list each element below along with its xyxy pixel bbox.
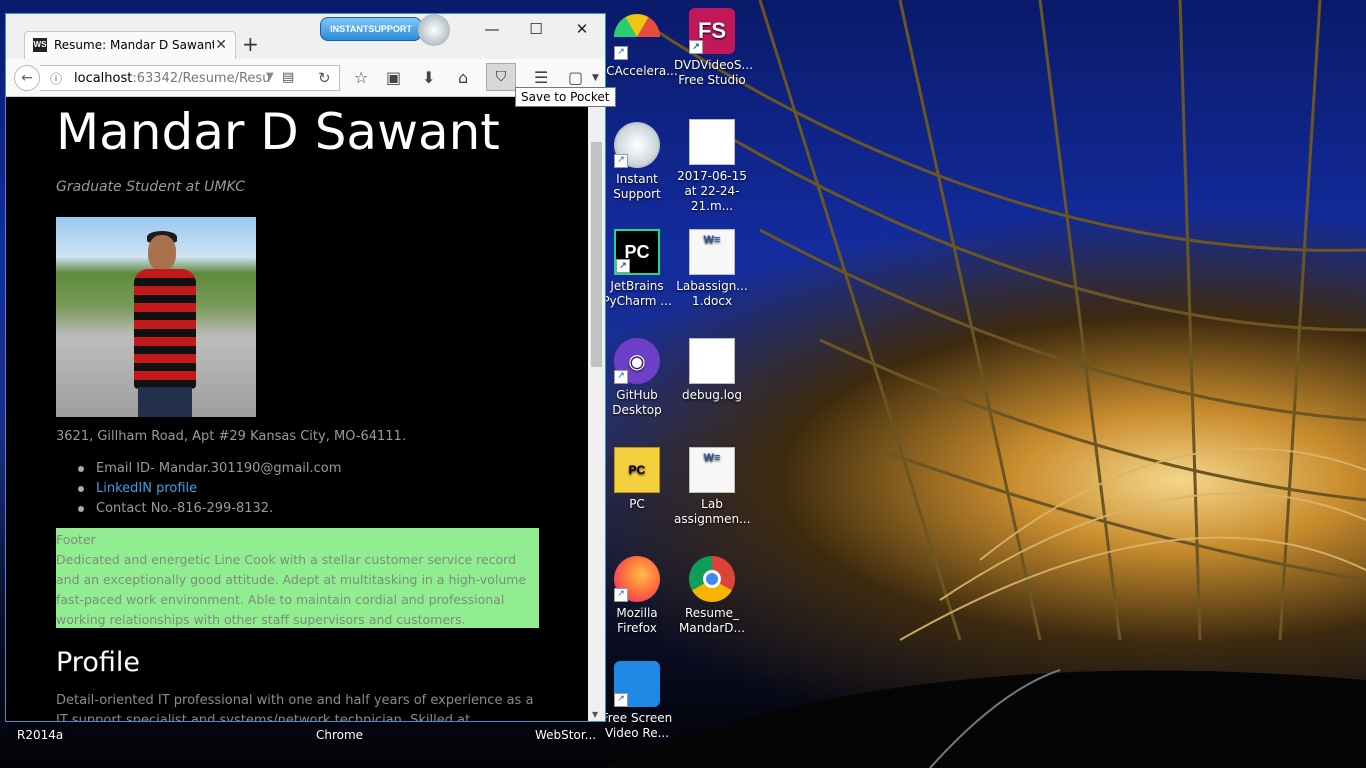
pocket-button[interactable]: ⛉ [486, 63, 516, 91]
instant-support-badge[interactable]: INSTANTSUPPORT [320, 17, 422, 41]
bookmarks-library-icon[interactable]: ▣ [386, 68, 401, 87]
extension-icon[interactable]: ▢ [568, 68, 583, 87]
url-text[interactable]: localhost:63342/Resume/Resu [74, 71, 270, 86]
email-item: Email ID- Mandar.301190@gmail.com [78, 459, 341, 479]
pocket-icon: ⛉ [495, 69, 507, 85]
desktop-icon-pycharm[interactable]: PC ↗ JetBrains PyCharm ... [599, 229, 675, 309]
minimize-button[interactable]: — [472, 20, 512, 38]
reload-icon[interactable]: ↻ [318, 69, 331, 87]
downloads-icon[interactable]: ⬇ [422, 68, 435, 87]
webstorm-favicon-icon: WS [33, 38, 47, 52]
firefox-window: WS Resume: Mandar D Sawant, ✕ + INSTANTS… [5, 13, 606, 722]
address-text: 3621, Gillham Road, Apt #29 Kansas City,… [56, 429, 406, 444]
info-icon[interactable]: ⓘ [50, 70, 62, 87]
gauge-icon: ↗ [614, 14, 660, 60]
support-agent-icon: ↗ [614, 122, 660, 168]
desktop-label-chrome[interactable]: Chrome [316, 728, 363, 743]
contact-list: Email ID- Mandar.301190@gmail.com Linked… [78, 459, 341, 519]
phone-item: Contact No.-816-299-8132. [78, 499, 341, 519]
desktop-icon-lab-assignment[interactable]: W≡ Lab assignmen... [674, 447, 751, 527]
footer-text: Dedicated and energetic Line Cook with a… [56, 552, 527, 627]
screen-capture-icon: ↗ [614, 661, 660, 707]
desktop-label-webstorm[interactable]: WebStor... [535, 728, 596, 743]
profile-photo [56, 217, 256, 417]
page-content: Mandar D Sawant Graduate Student at UMKC… [6, 97, 588, 721]
text-file-icon [689, 338, 735, 384]
video-file-icon [689, 119, 735, 165]
chrome-icon [689, 556, 735, 602]
word-document-icon: W≡ [689, 447, 735, 493]
tab-title: Resume: Mandar D Sawant, [54, 38, 214, 52]
pycharm-icon: PC ↗ [614, 229, 660, 275]
scroll-thumb[interactable] [591, 142, 602, 367]
vertical-scrollbar[interactable]: ▲ ▼ [588, 97, 605, 721]
reader-view-icon[interactable]: ▤ [282, 70, 294, 85]
desktop-icon-video-file[interactable]: 2017-06-15 at 22-24-21.m... [674, 119, 750, 214]
desktop-icon-free-screen-recorder[interactable]: ↗ Free Screen Video Re... [599, 661, 675, 741]
desktop-label-matlab[interactable]: R2014a [17, 728, 63, 743]
firefox-icon: ↗ [614, 556, 660, 602]
url-bar[interactable]: ⓘ localhost:63342/Resume/Resu ▼ ▤ ↻ [40, 65, 340, 91]
desktop-icon-resume-chrome[interactable]: Resume_ MandarD... [674, 556, 750, 636]
profile-heading: Profile [56, 647, 140, 678]
menu-icon[interactable]: ☰ [534, 68, 548, 87]
home-icon[interactable]: ⌂ [458, 68, 468, 87]
close-tab-icon[interactable]: ✕ [215, 37, 227, 53]
footer-title: Footer [56, 532, 96, 547]
desktop-icon-github-desktop[interactable]: ◉ ↗ GitHub Desktop [599, 338, 675, 418]
back-button[interactable]: ← [14, 65, 40, 91]
desktop-icon-instant-support[interactable]: ↗ Instant Support [599, 122, 675, 202]
word-document-icon: W≡ [689, 229, 735, 275]
maximize-button[interactable]: ☐ [516, 20, 556, 38]
overflow-chevron-icon[interactable]: ▼ [592, 73, 599, 83]
bookmark-star-icon[interactable]: ☆ [354, 68, 368, 87]
close-button[interactable]: ✕ [562, 20, 602, 38]
support-avatar-icon[interactable] [418, 14, 450, 46]
profile-text: Detail-oriented IT professional with one… [56, 693, 534, 721]
desktop-icon-firefox[interactable]: ↗ Mozilla Firefox [599, 556, 675, 636]
desktop-icon-labassign-docx[interactable]: W≡ Labassign... 1.docx [674, 229, 750, 309]
free-studio-icon: FS ↗ [689, 8, 735, 54]
folder-icon: PC [614, 447, 660, 493]
desktop-icon-dvdvideosoft[interactable]: FS ↗ DVDVideoS... Free Studio [674, 8, 753, 88]
github-icon: ◉ ↗ [614, 338, 660, 384]
desktop-icon-pcaccelerate[interactable]: ↗ PCAccelera... [599, 14, 678, 79]
resume-subtitle: Graduate Student at UMKC [56, 179, 246, 195]
scroll-down-icon[interactable]: ▼ [592, 710, 598, 719]
resume-name: Mandar D Sawant [56, 103, 500, 161]
title-bar: WS Resume: Mandar D Sawant, ✕ + INSTANTS… [6, 14, 605, 59]
desktop-icon-debug-log[interactable]: debug.log [674, 338, 750, 403]
desktop-icon-pc-folder[interactable]: PC PC [599, 447, 675, 512]
pocket-tooltip: Save to Pocket [515, 87, 616, 107]
tab-resume[interactable]: WS Resume: Mandar D Sawant, ✕ [24, 31, 236, 59]
linkedin-link[interactable]: LinkedIN profile [78, 479, 341, 499]
new-tab-button[interactable]: + [242, 32, 259, 56]
url-dropdown-icon[interactable]: ▼ [266, 71, 274, 82]
footer-section: Footer Dedicated and energetic Line Cook… [56, 528, 539, 628]
